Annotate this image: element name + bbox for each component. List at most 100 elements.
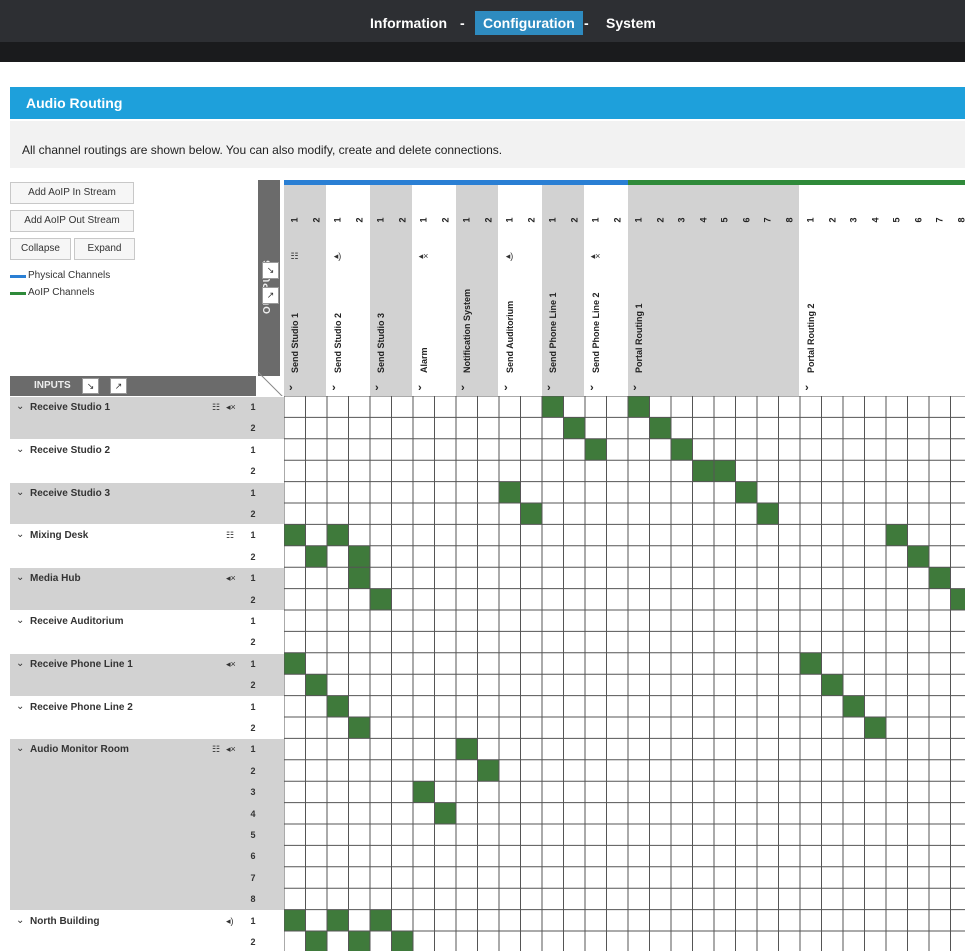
route-cell[interactable] (477, 759, 500, 782)
nav-system[interactable]: System (598, 11, 664, 35)
add-aoip-out-stream-button[interactable]: Add AoIP Out Stream (10, 210, 134, 232)
route-cell[interactable] (348, 717, 371, 739)
add-aoip-in-stream-button[interactable]: Add AoIP In Stream (10, 182, 134, 204)
output-group-8: 1 2 3 4 5 6 7 8 Portal Routing 1 › (628, 185, 800, 396)
route-cell[interactable] (413, 781, 435, 803)
input-group-0: ⌄ Receive Studio 1 ☷ ◂× 1 2 (10, 396, 284, 439)
route-cell[interactable] (305, 931, 328, 951)
collapse-button[interactable]: Collapse (10, 238, 71, 260)
output-name: Send Studio 3 (376, 312, 386, 373)
output-channel-number: 4 (870, 217, 880, 223)
nav-information[interactable]: Information (362, 11, 455, 35)
route-cell[interactable] (649, 417, 672, 439)
output-channel-number: 2 (440, 217, 450, 223)
nav-separator: - (584, 15, 589, 31)
route-cell[interactable] (821, 674, 844, 696)
route-cell[interactable] (348, 567, 371, 589)
output-name: Send Phone Line 2 (591, 292, 601, 373)
inputs-collapse-icon[interactable]: ↘ (82, 378, 99, 394)
mute-icon: ◂× (226, 658, 236, 669)
collapse-chevron-icon[interactable]: ⌄ (16, 487, 24, 498)
output-channel-number: 1 (418, 217, 429, 223)
output-channel-number: 8 (784, 217, 794, 223)
expand-chevron-icon[interactable]: › (418, 380, 422, 396)
intro-text: All channel routings are shown below. Yo… (22, 143, 503, 157)
output-name: Send Phone Line 1 (548, 292, 558, 373)
physical-channels-legend-swatch (10, 275, 26, 278)
route-cell[interactable] (520, 503, 543, 525)
page-title: Audio Routing (26, 95, 123, 111)
inputs-expand-icon[interactable]: ↗ (110, 378, 127, 394)
expand-button[interactable]: Expand (74, 238, 135, 260)
collapse-chevron-icon[interactable]: ⌄ (16, 615, 24, 626)
collapse-chevron-icon[interactable]: ⌄ (16, 658, 24, 669)
expand-chevron-icon[interactable]: › (332, 380, 336, 396)
route-cell[interactable] (929, 567, 951, 589)
expand-chevron-icon[interactable]: › (590, 380, 594, 396)
collapse-chevron-icon[interactable]: ⌄ (16, 743, 24, 754)
route-cell[interactable] (628, 396, 650, 418)
route-cell[interactable] (348, 545, 371, 568)
expand-chevron-icon[interactable]: › (633, 380, 637, 396)
collapse-chevron-icon[interactable]: ⌄ (16, 401, 24, 412)
route-cell[interactable] (800, 652, 822, 675)
route-cell[interactable] (284, 524, 306, 546)
route-cell[interactable] (843, 695, 865, 717)
route-cell[interactable] (692, 460, 715, 482)
route-cell[interactable] (327, 695, 349, 717)
output-channel-number: 7 (762, 217, 773, 223)
output-channel-number: 6 (913, 217, 923, 223)
expand-chevron-icon[interactable]: › (375, 380, 379, 396)
nav-configuration[interactable]: Configuration (475, 11, 583, 35)
outputs-collapse-icon[interactable]: ↘ (262, 262, 279, 279)
route-cell[interactable] (327, 909, 349, 931)
collapse-chevron-icon[interactable]: ⌄ (16, 701, 24, 712)
route-cell[interactable] (391, 931, 414, 951)
route-cell[interactable] (563, 417, 586, 439)
route-cell[interactable] (499, 481, 521, 503)
input-name: Receive Phone Line 1 (30, 658, 133, 670)
input-channel-number: 1 (250, 487, 256, 498)
route-cell[interactable] (327, 524, 349, 546)
route-cell[interactable] (456, 738, 478, 760)
route-cell[interactable] (542, 396, 564, 418)
route-cell[interactable] (864, 717, 887, 739)
collapse-chevron-icon[interactable]: ⌄ (16, 529, 24, 540)
route-cell[interactable] (950, 588, 965, 610)
input-group-6: ⌄ Receive Phone Line 1 ◂× 1 2 (10, 652, 284, 696)
output-channel-number: 1 (332, 217, 343, 223)
route-cell[interactable] (305, 545, 328, 568)
route-cell[interactable] (671, 438, 693, 461)
input-channel-number: 2 (250, 466, 256, 477)
route-cell[interactable] (348, 931, 371, 951)
route-cell[interactable] (434, 802, 457, 824)
collapse-chevron-icon[interactable]: ⌄ (16, 915, 24, 926)
collapse-chevron-icon[interactable]: ⌄ (16, 444, 24, 455)
expand-chevron-icon[interactable]: › (504, 380, 508, 396)
expand-chevron-icon[interactable]: › (805, 380, 809, 396)
route-cell[interactable] (907, 545, 930, 568)
output-channel-number: 2 (397, 217, 407, 223)
output-channel-number: 2 (354, 217, 364, 223)
output-name: Send Studio 1 (290, 312, 300, 373)
route-cell[interactable] (370, 588, 392, 610)
input-group-3: ⌄ Mixing Desk ☷ 1 2 (10, 524, 284, 568)
mixer-icon: ☷ (212, 744, 221, 755)
route-cell[interactable] (284, 652, 306, 675)
collapse-chevron-icon[interactable]: ⌄ (16, 572, 24, 583)
route-cell[interactable] (886, 524, 908, 546)
output-group-6: 1 2 Send Phone Line 1 › (542, 185, 585, 396)
input-group-7: ⌄ Receive Phone Line 2 1 2 (10, 695, 284, 739)
expand-chevron-icon[interactable]: › (461, 380, 465, 396)
route-cell[interactable] (585, 438, 607, 461)
route-cell[interactable] (370, 909, 392, 931)
expand-chevron-icon[interactable]: › (547, 380, 551, 396)
outputs-expand-icon[interactable]: ↗ (262, 287, 279, 304)
route-cell[interactable] (735, 481, 758, 503)
input-channel-number: 2 (250, 423, 256, 434)
route-cell[interactable] (714, 460, 736, 482)
route-cell[interactable] (757, 503, 779, 525)
expand-chevron-icon[interactable]: › (289, 380, 293, 396)
route-cell[interactable] (284, 909, 306, 931)
route-cell[interactable] (305, 674, 328, 696)
